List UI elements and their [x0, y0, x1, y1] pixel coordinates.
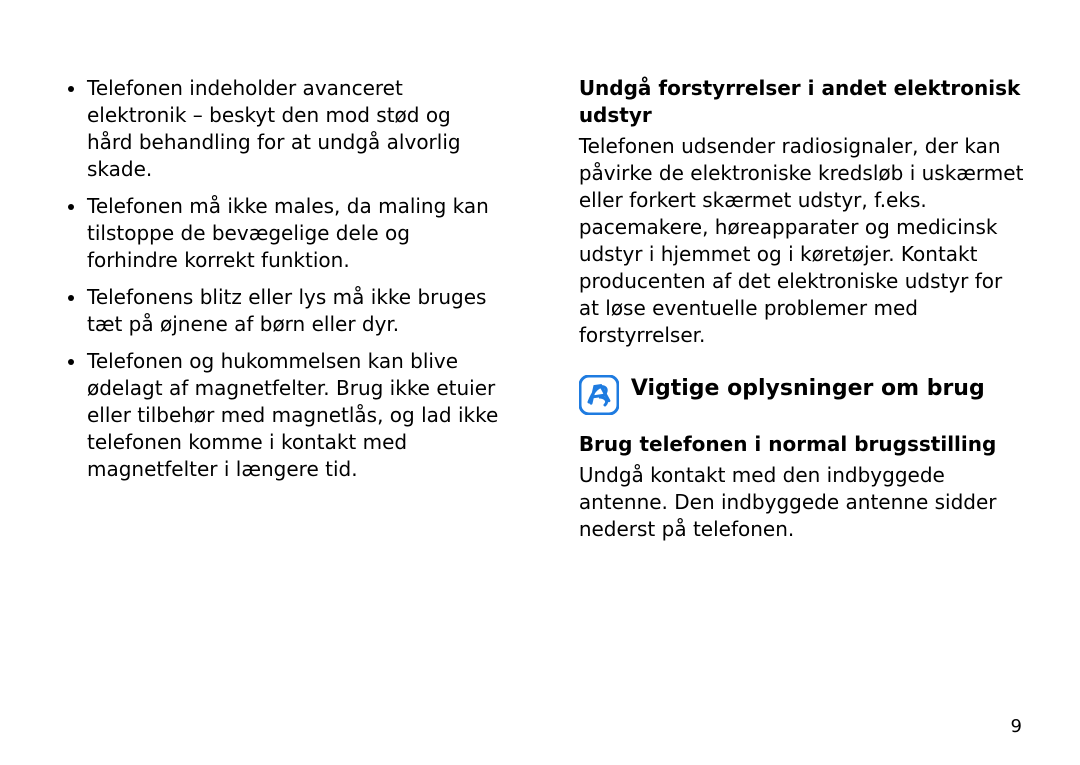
body-text: Undgå kontakt med den indbyggede antenne…: [579, 462, 1025, 543]
subheading: Undgå forstyrrelser i andet elektronisk …: [579, 75, 1025, 129]
page-number: 9: [1011, 716, 1022, 737]
body-text: Telefonen udsender radiosignaler, der ka…: [579, 133, 1025, 349]
list-item: Telefonen indeholder avanceret elektroni…: [87, 75, 501, 183]
list-item: Telefonen må ikke males, da maling kan t…: [87, 193, 501, 274]
right-column: Undgå forstyrrelser i andet elektronisk …: [579, 75, 1025, 735]
list-item: Telefonen og hukommelsen kan blive ødela…: [87, 348, 501, 483]
left-column: Telefonen indeholder avanceret elektroni…: [55, 75, 501, 735]
subheading: Brug telefonen i normal brugsstilling: [579, 431, 1025, 458]
document-page: Telefonen indeholder avanceret elektroni…: [0, 0, 1080, 765]
section-title: Vigtige oplysninger om brug: [631, 375, 985, 403]
bullet-list: Telefonen indeholder avanceret elektroni…: [55, 75, 501, 483]
note-icon: [579, 375, 619, 415]
section-heading: Vigtige oplysninger om brug: [579, 375, 1025, 415]
list-item: Telefonens blitz eller lys må ikke bruge…: [87, 284, 501, 338]
